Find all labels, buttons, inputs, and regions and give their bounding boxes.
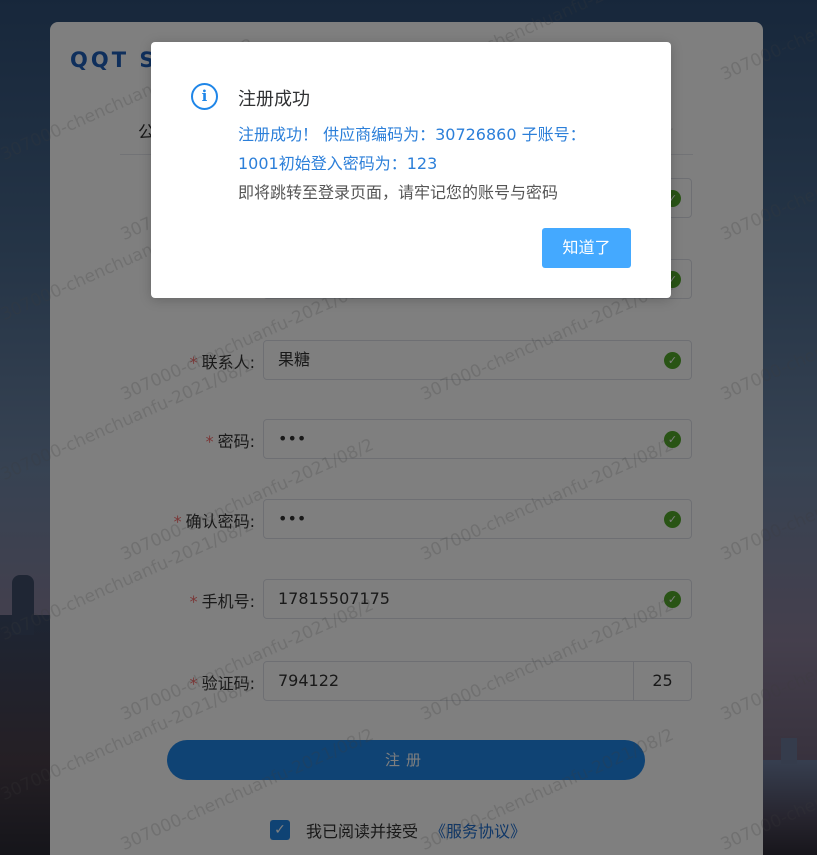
dialog-title: 注册成功 <box>238 89 310 110</box>
dialog-message-hint: 即将跳转至登录页面，请牢记您的账号与密码 <box>238 183 559 202</box>
dialog-message: 注册成功！ 供应商编码为：30726860 子账号：1001初始登入密码为：12… <box>238 120 618 207</box>
info-circle-icon: i <box>191 83 218 110</box>
success-dialog: i 注册成功 注册成功！ 供应商编码为：30726860 子账号：1001初始登… <box>151 42 671 298</box>
dialog-message-account: 注册成功！ 供应商编码为：30726860 子账号：1001初始登入密码为：12… <box>238 125 586 173</box>
ok-button[interactable]: 知道了 <box>542 228 631 268</box>
